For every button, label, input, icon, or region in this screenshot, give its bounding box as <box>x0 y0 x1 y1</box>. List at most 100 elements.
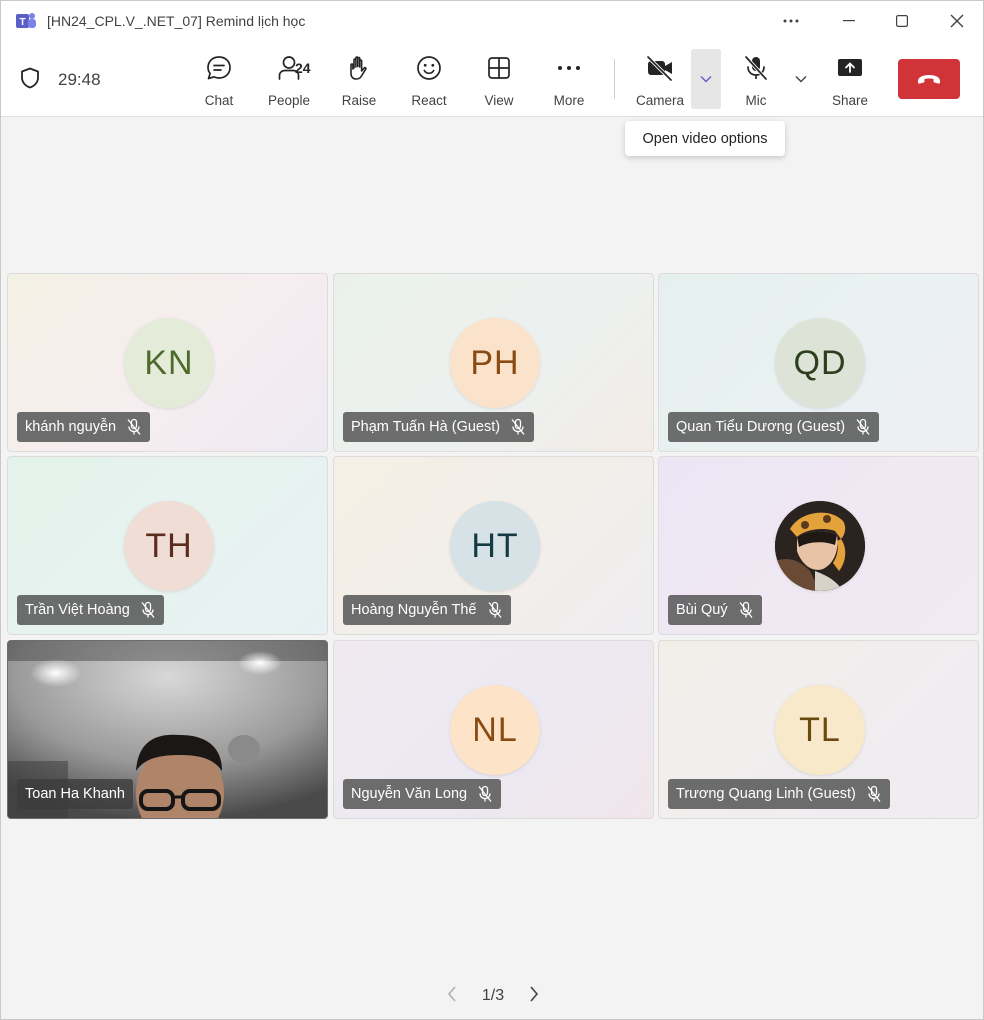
chevron-right-icon <box>530 985 539 1002</box>
participant-nametag: Phạm Tuấn Hà (Guest) <box>343 412 535 442</box>
minimize-button[interactable] <box>826 1 872 41</box>
mic-muted-icon <box>866 785 882 803</box>
meeting-toolbar: 29:48 Chat People 24 Raise React View Mo… <box>1 41 983 117</box>
mic-muted-icon <box>140 601 156 619</box>
view-button[interactable]: View <box>467 49 531 111</box>
participant-tile[interactable]: HT Hoàng Nguyễn Thế <box>333 456 654 635</box>
mic-options-button[interactable] <box>787 49 815 109</box>
participant-tile[interactable]: KN khánh nguyễn <box>7 273 328 452</box>
participant-name: Bùi Quý <box>676 602 728 618</box>
previous-page-button[interactable] <box>447 985 457 1007</box>
minimize-icon <box>843 20 855 22</box>
participant-name: Trần Việt Hoàng <box>25 602 130 618</box>
view-label: View <box>484 93 514 108</box>
participant-avatar: NL <box>450 685 540 775</box>
participant-tile[interactable]: QD Quan Tiểu Dương (Guest) <box>658 273 979 452</box>
more-horizontal-icon <box>558 66 580 70</box>
mic-muted-icon <box>477 785 493 803</box>
close-icon <box>950 14 964 28</box>
participant-name: khánh nguyễn <box>25 419 117 435</box>
participant-name: Hoàng Nguyễn Thế <box>351 602 477 618</box>
toolbar-divider <box>614 59 615 99</box>
participant-avatar: TL <box>775 685 865 775</box>
participant-nametag: Bùi Quý <box>668 595 762 625</box>
chat-icon <box>207 56 231 80</box>
participant-nametag: Quan Tiểu Dương (Guest) <box>668 412 880 442</box>
participant-avatar: KN <box>124 318 214 408</box>
participant-avatar: HT <box>450 501 540 591</box>
gallery-pager: 1/3 <box>447 983 539 1009</box>
leave-call-button[interactable] <box>898 59 960 99</box>
camera-options-button[interactable] <box>691 49 721 109</box>
participant-avatar: PH <box>450 318 540 408</box>
share-screen-icon <box>838 59 862 76</box>
hang-up-icon <box>918 75 940 84</box>
people-count-badge: 24 <box>295 60 311 76</box>
participant-tile[interactable]: PH Phạm Tuấn Hà (Guest) <box>333 273 654 452</box>
next-page-button[interactable] <box>529 985 539 1007</box>
participant-name: Nguyễn Văn Long <box>351 786 468 802</box>
raise-hand-icon <box>350 56 367 80</box>
participant-video-tile[interactable]: Toan Ha Khanh <box>7 640 328 819</box>
mic-label: Mic <box>745 93 767 108</box>
react-button[interactable]: React <box>397 49 461 111</box>
participant-nametag: Nguyễn Văn Long <box>343 779 502 809</box>
participant-tile[interactable]: TH Trần Việt Hoàng <box>7 456 328 635</box>
more-actions-button[interactable]: More <box>537 49 601 111</box>
svg-text:T: T <box>19 17 25 28</box>
participant-nametag: Trương Quang Linh (Guest) <box>668 779 890 809</box>
profile-photo <box>775 501 865 591</box>
raise-label: Raise <box>341 93 377 108</box>
maximize-icon <box>896 15 908 27</box>
chevron-left-icon <box>447 985 456 1002</box>
chevron-down-icon <box>700 76 712 83</box>
emoji-smile-icon <box>417 56 441 80</box>
chat-button[interactable]: Chat <box>187 49 251 111</box>
share-label: Share <box>831 93 869 108</box>
participant-photo-avatar <box>775 501 865 591</box>
mic-muted-icon <box>738 601 754 619</box>
mic-off-icon <box>744 55 768 81</box>
more-horizontal-icon <box>783 19 799 23</box>
grid-view-icon <box>488 57 510 79</box>
more-label: More <box>553 93 585 108</box>
participant-nametag: Hoàng Nguyễn Thế <box>343 595 511 625</box>
participant-name: Toan Ha Khanh <box>25 786 125 802</box>
mic-muted-icon <box>487 601 503 619</box>
page-indicator: 1/3 <box>481 987 505 1004</box>
participant-name: Trương Quang Linh (Guest) <box>676 786 856 802</box>
participant-tile[interactable]: TL Trương Quang Linh (Guest) <box>658 640 979 819</box>
camera-toggle-button[interactable]: Camera <box>628 49 692 111</box>
title-bar: T [HN24_CPL.V_.NET_07] Remind lịch học <box>1 1 983 41</box>
participant-name: Quan Tiểu Dương (Guest) <box>676 419 846 435</box>
participant-avatar: QD <box>775 318 865 408</box>
participant-avatar: TH <box>124 501 214 591</box>
react-label: React <box>411 93 447 108</box>
people-label: People <box>267 93 311 108</box>
meeting-timer: 29:48 <box>58 70 101 89</box>
window-title: [HN24_CPL.V_.NET_07] Remind lịch học <box>47 13 306 29</box>
mic-muted-icon <box>855 418 871 436</box>
mic-toggle-button[interactable]: Mic <box>724 49 788 111</box>
video-options-tooltip: Open video options <box>625 121 785 156</box>
maximize-button[interactable] <box>879 1 925 41</box>
close-window-button[interactable] <box>934 1 980 41</box>
teams-logo-icon: T <box>16 13 36 28</box>
people-button[interactable]: People <box>257 49 321 111</box>
participant-nametag: Trần Việt Hoàng <box>17 595 164 625</box>
teams-meeting-window: T [HN24_CPL.V_.NET_07] Remind lịch học 2… <box>0 0 984 1020</box>
camera-off-icon <box>646 55 673 82</box>
participant-tile[interactable]: NL Nguyễn Văn Long <box>333 640 654 819</box>
participant-nametag: Toan Ha Khanh <box>17 779 133 809</box>
participant-nametag: khánh nguyễn <box>17 412 151 442</box>
participant-tile[interactable]: Bùi Quý <box>658 456 979 635</box>
chat-label: Chat <box>204 93 234 108</box>
raise-hand-button[interactable]: Raise <box>327 49 391 111</box>
share-button[interactable]: Share <box>818 49 882 111</box>
camera-label: Camera <box>635 93 684 108</box>
chevron-down-icon <box>795 76 807 83</box>
mic-muted-icon <box>126 418 142 436</box>
participant-name: Phạm Tuấn Hà (Guest) <box>351 419 501 435</box>
shield-icon[interactable] <box>20 67 40 89</box>
window-options-button[interactable] <box>768 1 814 41</box>
